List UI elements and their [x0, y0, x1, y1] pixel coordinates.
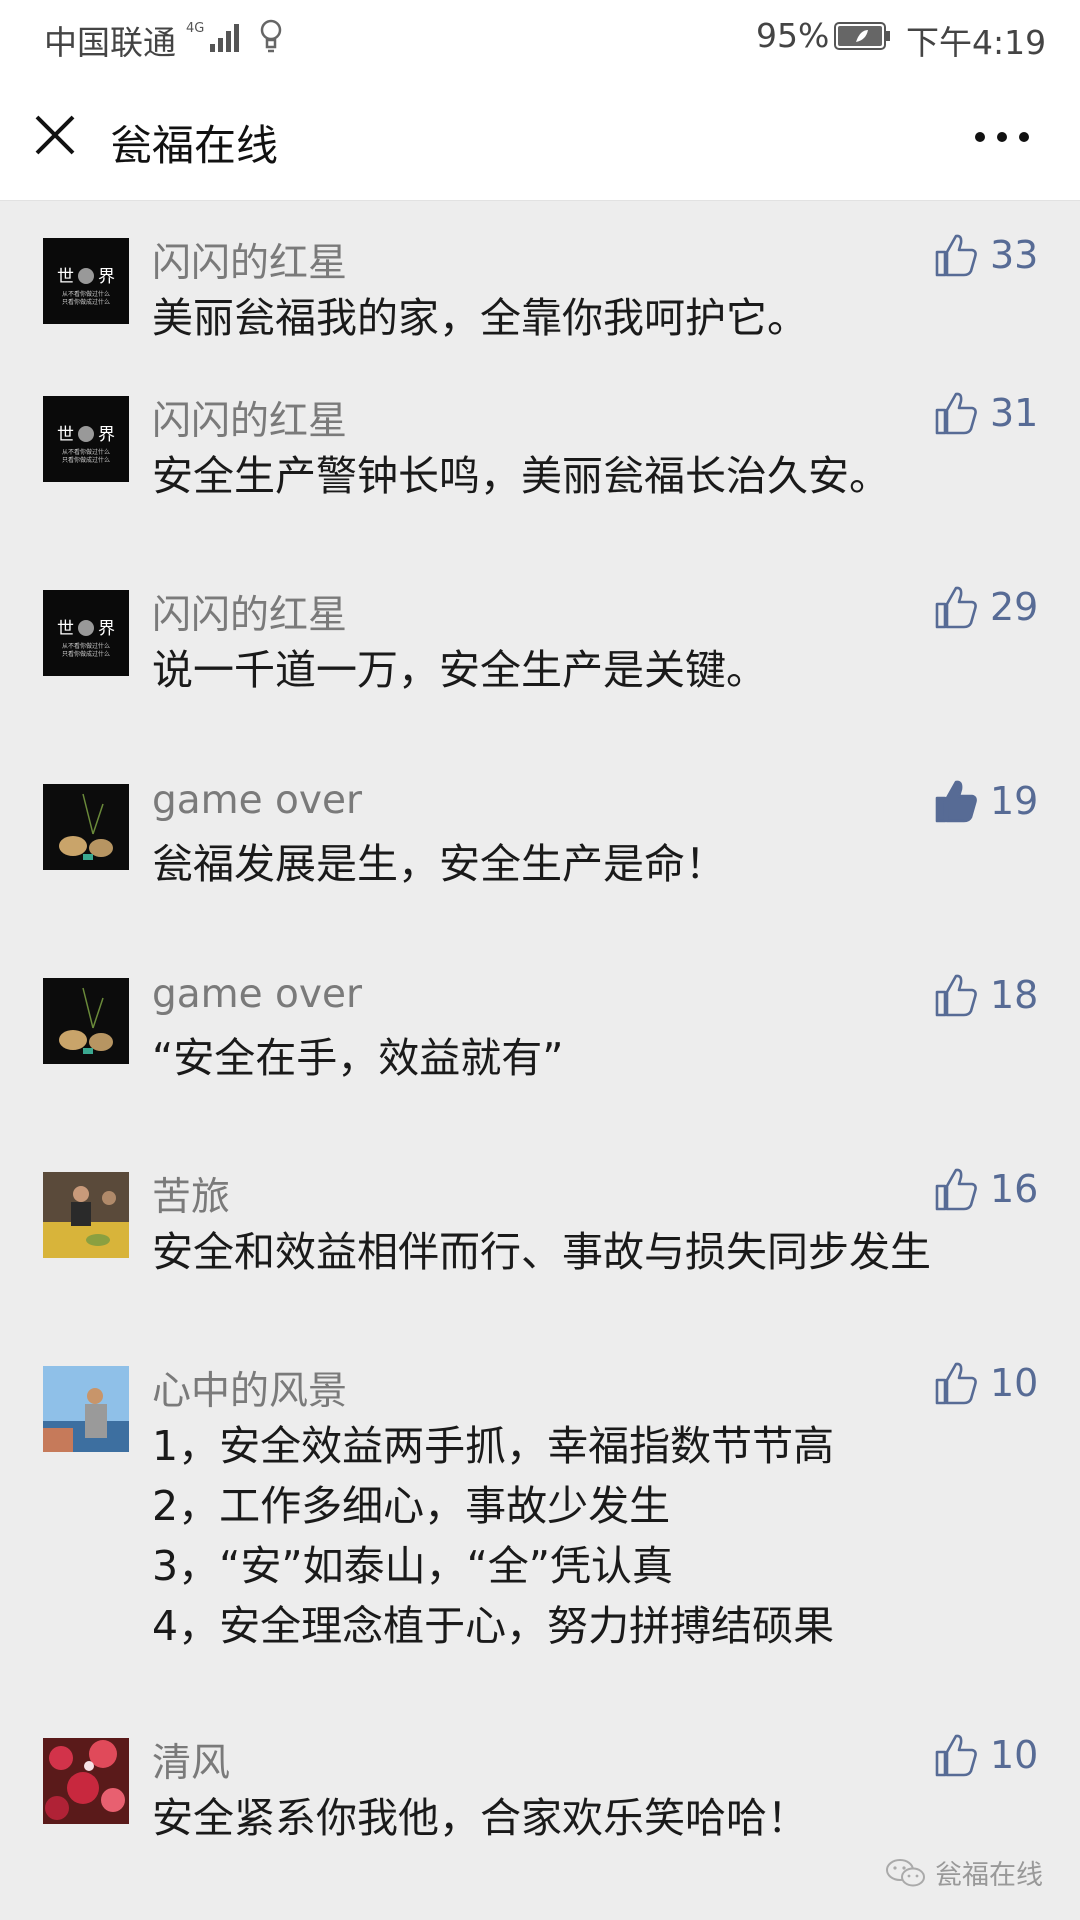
thumbs-up-icon: [935, 1168, 977, 1211]
like-count: 10: [990, 1361, 1039, 1405]
avatar[interactable]: [43, 978, 129, 1064]
comment-line: 4，安全理念植于心，努力拼搏结硕果: [152, 1602, 835, 1650]
thumbs-up-icon: [935, 586, 977, 629]
avatar[interactable]: 世 界 从不看你做过什么 只看你做成过什么: [43, 396, 129, 482]
comment-content: 1，安全效益两手抓，幸福指数节节高 2，工作多细心，事故少发生 3，“安”如泰山…: [152, 1416, 834, 1656]
thumbs-up-icon: [935, 234, 977, 277]
carrier-label: 中国联通: [44, 23, 176, 62]
thumbs-up-icon: [935, 1362, 977, 1405]
avatar[interactable]: [43, 1366, 129, 1452]
comment-nickname: 闪闪的红星: [152, 399, 348, 444]
comment-nickname: game over: [152, 778, 363, 823]
like-count: 33: [990, 233, 1039, 277]
comment-content: 安全紧系你我他，合家欢乐笑哈哈！: [152, 1788, 808, 1848]
thumbs-up-icon: [935, 974, 977, 1017]
avatar[interactable]: [43, 1172, 129, 1258]
like-button[interactable]: 10: [934, 1360, 1038, 1406]
like-button[interactable]: 16: [934, 1166, 1038, 1212]
comment-content: 安全和效益相伴而行、事故与损失同步发生: [152, 1222, 931, 1282]
svg-text:世: 世: [57, 267, 74, 287]
svg-text:界: 界: [98, 267, 115, 287]
like-count: 16: [990, 1167, 1039, 1211]
signal-icon: 4G: [186, 21, 239, 52]
comment-nickname: game over: [152, 972, 363, 1017]
comment-line: 1，安全效益两手抓，幸福指数节节高: [152, 1422, 835, 1470]
like-button[interactable]: 10: [934, 1732, 1038, 1778]
like-button[interactable]: 31: [934, 390, 1038, 436]
status-bar: 中国联通 4G 95% 下午4:19: [0, 0, 1080, 74]
avatar[interactable]: [43, 1738, 129, 1824]
comment-line: 2，工作多细心，事故少发生: [152, 1482, 671, 1530]
network-type-label: 4G: [186, 21, 204, 36]
comment-content: 美丽瓮福我的家，全靠你我呵护它。: [152, 288, 808, 348]
like-count: 31: [990, 391, 1039, 435]
comment-nickname: 苦旅: [152, 1175, 231, 1220]
like-button[interactable]: 18: [934, 972, 1038, 1018]
bulb-icon: [260, 19, 282, 53]
comment-line: “安全在手，效益就有”: [152, 1034, 564, 1082]
comment-line: 安全紧系你我他，合家欢乐笑哈哈！: [152, 1794, 808, 1842]
svg-text:从不看你做过什么: 从不看你做过什么: [62, 290, 110, 298]
comment-line: 安全生产警钟长鸣，美丽瓮福长治久安。: [152, 452, 890, 500]
comment-nickname: 闪闪的红星: [152, 241, 348, 286]
like-count: 18: [990, 973, 1039, 1017]
more-dots-icon[interactable]: [972, 122, 1032, 152]
like-count: 10: [990, 1733, 1039, 1777]
comment-nickname: 心中的风景: [152, 1369, 348, 1414]
comment-line: 安全和效益相伴而行、事故与损失同步发生: [152, 1228, 931, 1276]
comment-content: 瓮福发展是生，安全生产是命！: [152, 834, 726, 894]
avatar[interactable]: 世 界 从不看你做过什么 只看你做成过什么: [43, 238, 129, 324]
svg-text:界: 界: [98, 425, 115, 445]
comment-content: “安全在手，效益就有”: [152, 1028, 563, 1088]
like-button[interactable]: 19: [934, 778, 1038, 824]
avatar[interactable]: 世 界 从不看你做过什么 只看你做成过什么: [43, 590, 129, 676]
like-count: 29: [990, 585, 1039, 629]
svg-text:世: 世: [57, 619, 74, 639]
like-button[interactable]: 33: [934, 232, 1038, 278]
wechat-icon: [886, 1858, 925, 1886]
svg-text:世: 世: [57, 425, 74, 445]
battery-icon: [834, 22, 890, 50]
close-icon[interactable]: [34, 114, 76, 156]
svg-text:从不看你做过什么: 从不看你做过什么: [62, 448, 110, 456]
comment-line: 瓮福发展是生，安全生产是命！: [152, 840, 726, 888]
comment-line: 3，“安”如泰山，“全”凭认真: [152, 1542, 674, 1590]
svg-text:只看你做成过什么: 只看你做成过什么: [62, 456, 110, 464]
comment-content: 说一千道一万，安全生产是关键。: [152, 640, 767, 700]
thumbs-up-icon: [935, 1734, 977, 1777]
battery-percent: 95%: [756, 16, 830, 55]
thumbs-up-icon: [935, 392, 977, 435]
avatar[interactable]: [43, 784, 129, 870]
page-title: 瓮福在线: [110, 121, 279, 170]
thumbs-up-filled-icon: [935, 780, 977, 823]
svg-text:界: 界: [98, 619, 115, 639]
comment-line: 说一千道一万，安全生产是关键。: [152, 646, 767, 694]
comment-nickname: 清风: [152, 1741, 231, 1786]
clock: 下午4:19: [906, 23, 1047, 62]
svg-text:只看你做成过什么: 只看你做成过什么: [62, 650, 110, 658]
comment-content: 安全生产警钟长鸣，美丽瓮福长治久安。: [152, 446, 890, 506]
watermark: 瓮福在线: [885, 1853, 1043, 1892]
like-button[interactable]: 29: [934, 584, 1038, 630]
comment-nickname: 闪闪的红星: [152, 593, 348, 638]
watermark-text: 瓮福在线: [935, 1860, 1043, 1891]
svg-text:从不看你做过什么: 从不看你做过什么: [62, 642, 110, 650]
svg-text:只看你做成过什么: 只看你做成过什么: [62, 298, 110, 306]
nav-bar: 瓮福在线: [0, 74, 1080, 201]
comment-line: 美丽瓮福我的家，全靠你我呵护它。: [152, 294, 808, 342]
like-count: 19: [990, 779, 1039, 823]
